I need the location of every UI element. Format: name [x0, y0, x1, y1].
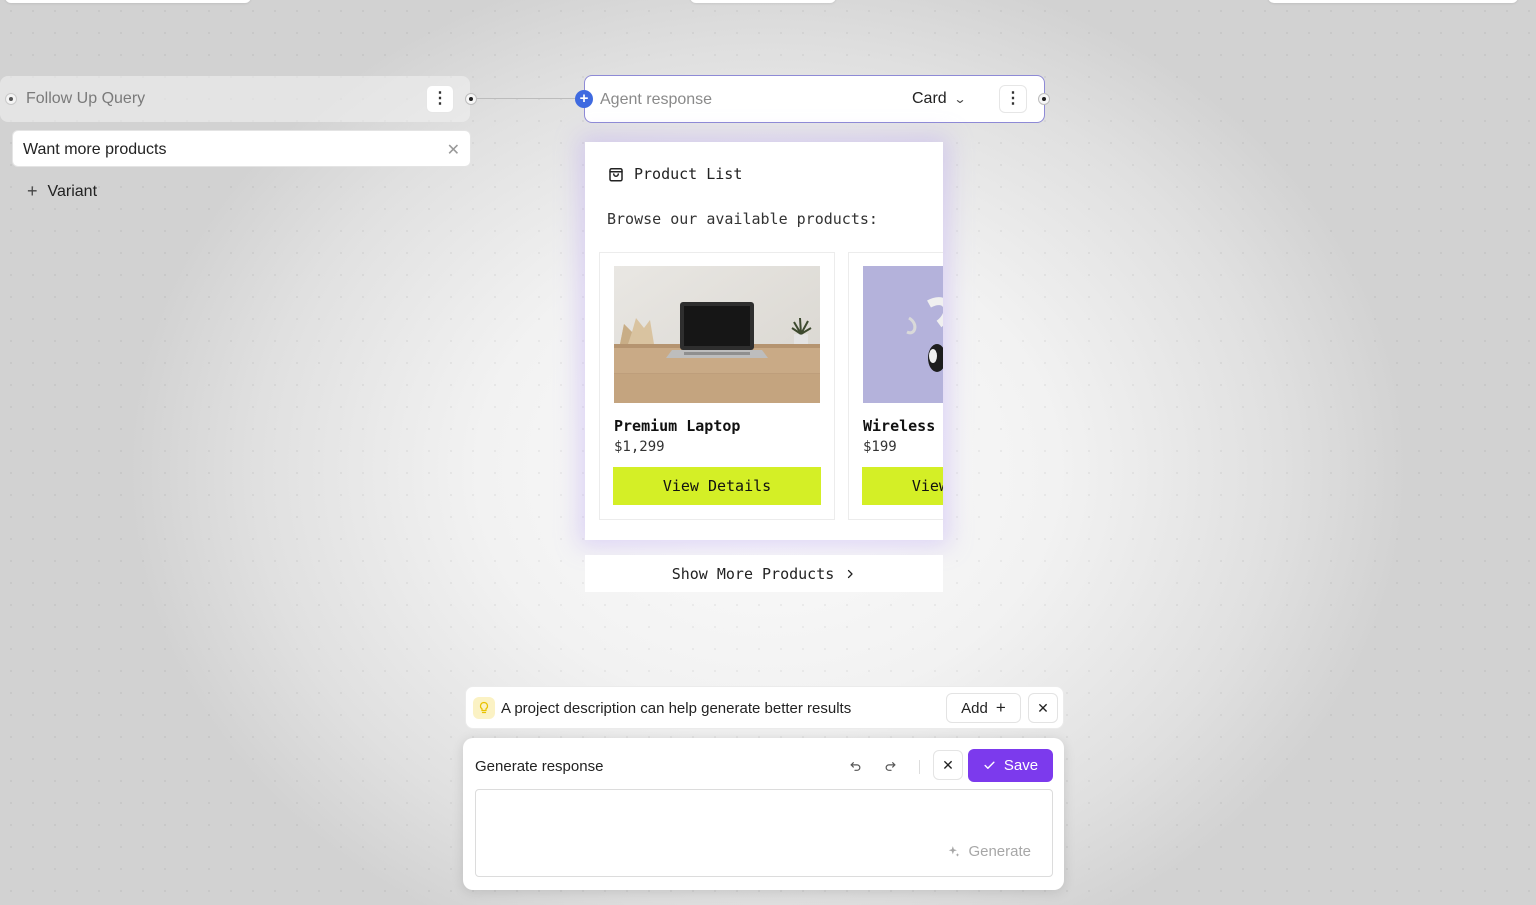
product-price: $199 — [863, 439, 897, 455]
generate-response-panel: Generate response ✕ Save Generate — [463, 738, 1064, 890]
response-type-dropdown[interactable]: Card ⌄ — [912, 90, 967, 108]
variant-text: Want more products — [23, 141, 167, 158]
product-item: Wireless $199 View Details — [848, 252, 943, 520]
close-icon: ✕ — [942, 756, 954, 773]
redo-icon — [885, 761, 895, 771]
chevron-right-icon — [848, 569, 853, 578]
hint-message: A project description can help generate … — [501, 700, 852, 717]
chevron-down-icon: ⌄ — [953, 92, 967, 106]
response-type-value: Card — [912, 90, 947, 107]
node-title: Agent response — [600, 91, 713, 108]
offscreen-node-stub — [690, 0, 836, 3]
add-variant-button[interactable]: + Variant — [27, 181, 97, 202]
node-output-handle[interactable] — [1038, 93, 1050, 105]
laptop-image — [614, 266, 820, 403]
show-more-label: Show More Products — [671, 564, 835, 583]
save-label: Save — [1003, 757, 1039, 774]
headphones-image — [863, 266, 943, 403]
cancel-button[interactable]: ✕ — [933, 750, 963, 780]
panel-title: Generate response — [475, 758, 604, 775]
shopping-bag-icon — [609, 168, 623, 182]
add-variant-label: Variant — [47, 182, 98, 200]
node-input-handle[interactable] — [5, 93, 17, 105]
plus-icon: + — [995, 698, 1006, 717]
product-name: Wireless — [863, 417, 936, 435]
generate-button[interactable]: Generate — [947, 843, 1031, 860]
lightbulb-icon — [473, 697, 495, 719]
more-options-icon[interactable]: ⋮ — [999, 85, 1027, 113]
view-details-button[interactable]: View Details — [613, 467, 821, 505]
view-details-button[interactable]: View Details — [862, 467, 943, 505]
node-output-handle[interactable] — [465, 93, 477, 105]
add-description-button[interactable]: Add + — [946, 693, 1021, 723]
toolbar-divider — [919, 760, 920, 774]
more-options-icon[interactable]: ⋮ — [426, 85, 454, 113]
generate-label: Generate — [968, 843, 1031, 860]
product-list-card: Product List Browse our available produc… — [585, 142, 943, 540]
remove-variant-icon[interactable]: ✕ — [447, 140, 460, 160]
undo-button[interactable] — [842, 753, 868, 779]
redo-button[interactable] — [877, 753, 903, 779]
undo-icon — [850, 761, 860, 771]
variant-chip[interactable]: Want more products ✕ — [12, 130, 471, 167]
add-connection-plus-icon[interactable]: + — [575, 90, 593, 108]
save-button[interactable]: Save — [968, 749, 1053, 782]
card-header: Product List — [607, 165, 742, 183]
project-description-hint: A project description can help generate … — [465, 686, 1064, 729]
card-subtitle: Browse our available products: — [607, 210, 878, 228]
product-price: $1,299 — [614, 439, 665, 455]
dismiss-hint-button[interactable]: ✕ — [1028, 693, 1058, 723]
follow-up-query-node-header[interactable]: Follow Up Query ⋮ — [0, 76, 470, 122]
agent-response-node-header[interactable]: + Agent response Card ⌄ ⋮ — [575, 75, 1045, 123]
prompt-textarea[interactable]: Generate — [475, 789, 1053, 877]
product-name: Premium Laptop — [614, 417, 741, 435]
sparkle-icon — [949, 845, 960, 857]
close-icon: ✕ — [1037, 699, 1049, 716]
product-item: Premium Laptop $1,299 View Details — [599, 252, 835, 520]
node-title: Follow Up Query — [26, 90, 146, 107]
offscreen-node-stub — [5, 0, 251, 3]
edge-connector — [477, 98, 576, 99]
plus-icon: + — [27, 181, 38, 201]
check-icon — [984, 761, 995, 769]
show-more-products-button[interactable]: Show More Products — [585, 555, 943, 592]
offscreen-node-stub — [1268, 0, 1518, 3]
card-title: Product List — [634, 165, 743, 183]
add-label: Add — [961, 699, 988, 717]
